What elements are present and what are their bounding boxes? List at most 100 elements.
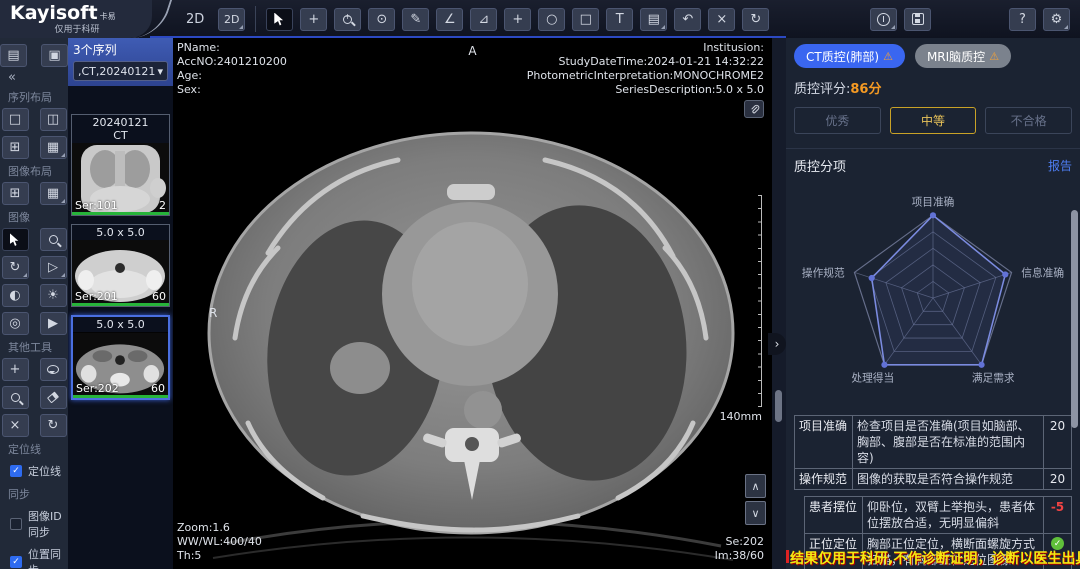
delete-annotation-button[interactable]: × [708, 8, 735, 31]
pan-icon: + [308, 13, 319, 26]
add-tool-button[interactable]: + [2, 358, 29, 381]
reset-button[interactable]: ↻ [742, 8, 769, 31]
cursor-tool-button[interactable] [266, 8, 293, 31]
toolbar-separator [255, 6, 256, 32]
mode-label: 2D [186, 12, 204, 27]
contrast-icon: ◐ [9, 289, 20, 302]
report-link[interactable]: 报告 [1048, 157, 1072, 174]
zoom-window-overlay: Zoom:1.6 WW/WL:400/40 Th:5 [177, 521, 262, 563]
panel-copy-button[interactable]: ▣ [41, 44, 68, 67]
image-layout-export-button[interactable]: ▤ [640, 8, 667, 31]
ellipse-roi-button[interactable]: ○ [538, 8, 565, 31]
qc-subsection-title: 质控分项 [794, 156, 846, 175]
scale-ruler [756, 195, 762, 407]
series-thumb-201[interactable]: 5.0 x 5.0 Ser:20160 [71, 224, 170, 307]
layout-grid9-button[interactable]: ▦ [40, 136, 67, 159]
pencil-measure-button[interactable]: ✎ [402, 8, 429, 31]
image-grid-icon: ▤ [648, 13, 660, 26]
qc-main-table: 项目准确 检查项目是否准确(项目如脑部、胸部、腹部是否在标准的范围内容) 20 … [794, 415, 1072, 490]
window-level-button[interactable]: ⊙ [368, 8, 395, 31]
svg-text:操作规范: 操作规范 [802, 266, 845, 279]
cine-play-button[interactable]: ▶ [40, 312, 67, 335]
slice-down-button[interactable]: ∨ [745, 501, 766, 525]
pencil-icon: ✎ [410, 13, 421, 26]
disclaimer-marquee: 结果仅用于科研,不作诊断证明，诊断以医生出具的诊断 [786, 550, 1080, 569]
clear-button[interactable]: × [2, 414, 29, 437]
rotate-icon: ↻ [10, 261, 21, 274]
pan-tool-button[interactable]: + [300, 8, 327, 31]
flip-icon: ▷ [48, 261, 58, 274]
chevron-down-icon: ▾ [157, 65, 163, 78]
image-viewport[interactable]: PName: AccNO:2401210200 Age: Sex: A R In… [173, 38, 772, 569]
text-annotation-button[interactable]: T [606, 8, 633, 31]
report-info-button[interactable] [870, 8, 897, 31]
brand-cn: 卡易 [100, 11, 116, 22]
layout-single-button[interactable]: □ [2, 108, 29, 131]
qc-panel-scrollbar-thumb[interactable] [1071, 210, 1078, 428]
angle-tool-button[interactable]: ∠ [436, 8, 463, 31]
crosshair-tool-button[interactable]: + [504, 8, 531, 31]
series-thumb-101[interactable]: 20240121CT Ser:1012 [71, 114, 170, 216]
rectangle-roi-button[interactable]: □ [572, 8, 599, 31]
mode-2d-button[interactable]: 2D [218, 8, 245, 31]
layout-two-col-button[interactable]: ◫ [40, 108, 67, 131]
invert-button[interactable]: ◐ [2, 284, 29, 307]
qc-score-value: 86分 [850, 82, 881, 97]
settings-button[interactable]: ⚙ [1043, 8, 1070, 31]
comment-tool-button[interactable] [40, 358, 67, 381]
thumb-list-icon: ▤ [7, 49, 19, 62]
img-layout-grid9-button[interactable]: ▦ [40, 182, 67, 205]
chevron-down-icon: ∨ [751, 507, 759, 520]
expand-panel-handle[interactable]: › [768, 333, 786, 355]
grade-medium-button[interactable]: 中等 [890, 107, 977, 134]
series-thumb-202-selected[interactable]: 5.0 x 5.0 Ser:20260 [71, 315, 170, 400]
section-sync: 同步 [0, 482, 68, 505]
search-icon [49, 235, 58, 244]
crosshair-icon: + [512, 13, 523, 26]
zoom-tool-button[interactable] [334, 8, 361, 31]
undo-button[interactable]: ↶ [674, 8, 701, 31]
grade-excellent-button[interactable]: 优秀 [794, 107, 881, 134]
slice-scrollbar-thumb[interactable] [775, 390, 782, 422]
viewer-scroll-strip: › [772, 38, 786, 569]
qc-radar-chart: 项目准确信息准确满足需求处理得当操作规范 [794, 177, 1072, 415]
section-series-layout: 序列布局 [0, 85, 68, 108]
ai-detect-button[interactable] [2, 386, 29, 409]
thumb-progress-bar [72, 212, 169, 215]
series-list-button[interactable]: ▤ [0, 44, 27, 67]
layout-grid4-button[interactable]: ⊞ [2, 136, 29, 159]
cobb-angle-button[interactable]: ⊿ [470, 8, 497, 31]
checkbox-checked-icon: ✓ [10, 465, 22, 477]
grade-fail-button[interactable]: 不合格 [985, 107, 1072, 134]
text-icon: T [616, 13, 624, 26]
rectangle-icon: □ [580, 13, 592, 26]
help-button[interactable]: ? [1009, 8, 1036, 31]
orientation-anterior-label: A [468, 44, 476, 58]
tab-mri-qc[interactable]: MRI脑质控 ⚠ [915, 44, 1011, 68]
toolbar-right-group: ? ⚙ [870, 8, 1070, 31]
svg-text:项目准确: 项目准确 [912, 196, 955, 209]
series-header: 3个序列 ,CT,20240121 ▾ [68, 38, 173, 86]
rotate-button[interactable]: ↻ [2, 256, 29, 279]
study-select-dropdown[interactable]: ,CT,20240121 ▾ [73, 61, 168, 81]
sidebar-magnify-button[interactable] [40, 228, 67, 251]
qc-score: 质控评分:86分 [794, 78, 1072, 97]
collapse-sidebar-button[interactable]: « [0, 71, 68, 85]
angle-icon: ∠ [444, 13, 456, 26]
app-logo: Kayisoft 卡易 仅用于科研 [0, 0, 152, 38]
brightness-button[interactable]: ☀ [40, 284, 67, 307]
scout-line-checkbox[interactable]: ✓ 定位线 [0, 460, 68, 482]
sync-position-checkbox[interactable]: ✓ 位置同步 [0, 543, 68, 569]
target-button[interactable]: ◎ [2, 312, 29, 335]
save-button[interactable] [904, 8, 931, 31]
refresh-button[interactable]: ↻ [40, 414, 67, 437]
slice-up-button[interactable]: ∧ [745, 474, 766, 498]
eraser-button[interactable] [40, 386, 67, 409]
flip-button[interactable]: ▷ [40, 256, 67, 279]
sync-image-id-checkbox[interactable]: 图像ID同步 [0, 505, 68, 543]
sidebar-cursor-button[interactable] [2, 228, 29, 251]
img-layout-grid4-button[interactable]: ⊞ [2, 182, 29, 205]
left-tool-sidebar: ▤ ▣ « 序列布局 □ ◫ ⊞ ▦ 图像布局 ⊞ ▦ 图像 ↻ ▷ ◐ [0, 38, 68, 569]
attachment-button[interactable] [744, 100, 764, 118]
tab-ct-qc[interactable]: CT质控(肺部) ⚠ [794, 44, 905, 68]
